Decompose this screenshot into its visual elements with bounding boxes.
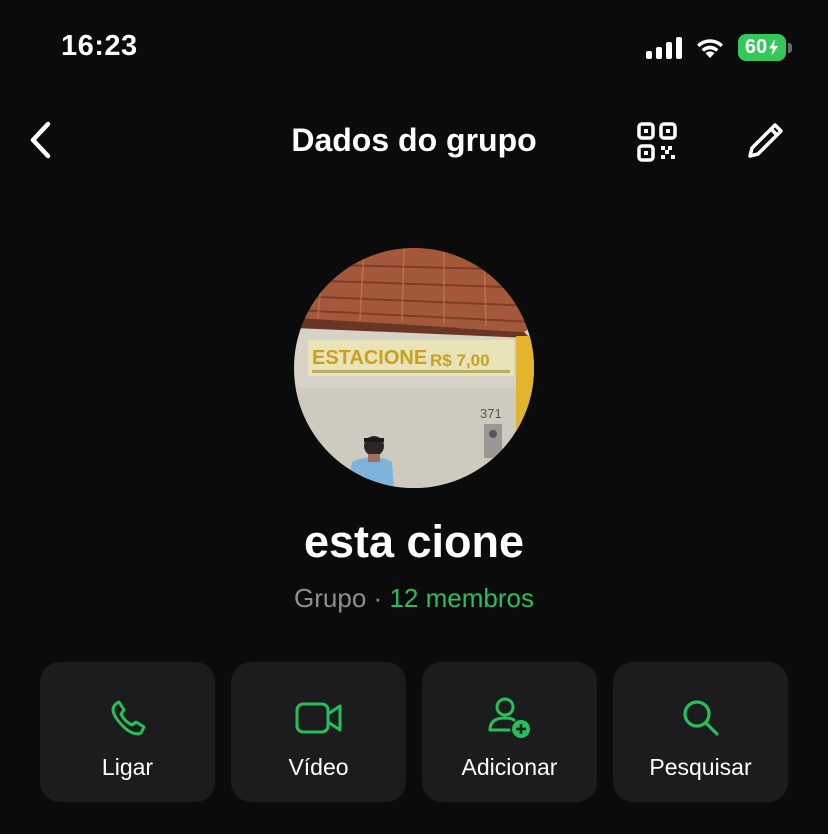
search-icon xyxy=(682,700,719,736)
video-call-button-label: Vídeo xyxy=(288,754,349,780)
pencil-icon xyxy=(748,123,783,158)
call-button[interactable]: Ligar xyxy=(40,662,215,802)
video-call-button[interactable]: Vídeo xyxy=(231,662,406,802)
edit-button[interactable] xyxy=(742,118,788,164)
search-button-label: Pesquisar xyxy=(649,754,752,780)
call-button-label: Ligar xyxy=(101,754,154,780)
phone-icon xyxy=(111,700,145,736)
photo-price-text: R$ 7,00 xyxy=(430,351,490,370)
members-count-link[interactable]: 12 membros xyxy=(389,583,534,613)
video-camera-icon xyxy=(295,702,341,734)
add-member-button-label: Adicionar xyxy=(461,754,558,780)
page-title: Dados do grupo xyxy=(291,122,537,158)
signal-icon xyxy=(646,36,682,59)
status-icons: 60 xyxy=(646,34,792,61)
group-photo: ESTACIONE R$ 7,00 371 xyxy=(294,248,534,488)
photo-sign-text: ESTACIONE xyxy=(312,347,427,369)
status-time: 16:23 xyxy=(61,30,138,62)
subtitle-separator: · xyxy=(373,583,383,613)
wifi-icon xyxy=(697,38,723,58)
group-avatar[interactable]: ESTACIONE R$ 7,00 371 xyxy=(294,248,534,488)
group-type-label: Grupo xyxy=(294,583,367,613)
add-member-button[interactable]: Adicionar xyxy=(422,662,597,802)
group-name: esta cione xyxy=(303,516,525,567)
search-button[interactable]: Pesquisar xyxy=(613,662,788,802)
action-buttons: Ligar Vídeo Adicionar Pesquisar xyxy=(40,662,788,802)
add-person-icon xyxy=(488,697,530,738)
battery-icon: 60 xyxy=(738,34,792,61)
battery-level: 60 xyxy=(744,36,768,58)
group-info-screen: 16:23 60 Dados do grupo ESTACIONE R$ 7,0… xyxy=(0,0,828,834)
charging-bolt-icon xyxy=(769,39,779,56)
qr-code-icon xyxy=(637,122,677,162)
photo-number-text: 371 xyxy=(480,406,502,421)
group-subtitle: Grupo · 12 membros xyxy=(0,583,828,614)
qr-code-button[interactable] xyxy=(634,119,680,165)
